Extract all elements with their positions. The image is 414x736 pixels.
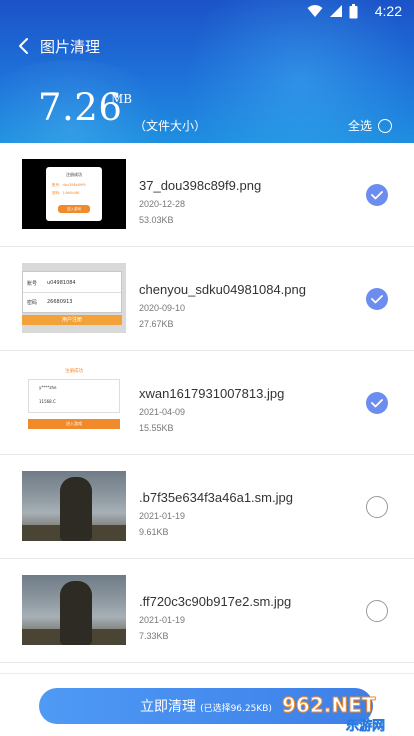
check-icon xyxy=(371,191,383,200)
status-bar: 4:22 xyxy=(0,0,414,24)
thumbnail-text: 11568.C xyxy=(39,399,56,404)
watermark-logo: 962.NET xyxy=(282,693,376,717)
thumbnail-card: y****zhe 11568.C xyxy=(28,379,120,413)
thumbnail-text: 密码 xyxy=(27,300,38,306)
file-checkbox[interactable] xyxy=(366,496,388,518)
thumbnail-figure xyxy=(60,477,92,541)
thumbnail-card: 注册成功 账号：dou398c89f9 密码：14d0b46f 进入游戏 xyxy=(46,167,102,221)
file-size: 27.67KB xyxy=(139,319,174,329)
thumbnail-divider xyxy=(23,292,121,293)
file-thumbnail xyxy=(22,471,126,541)
file-size: 7.33KB xyxy=(139,631,169,641)
thumbnail-title: 注册成功 xyxy=(66,172,82,177)
size-label: （文件大小） xyxy=(134,119,207,133)
file-name: 37_dou398c89f9.png xyxy=(139,178,262,193)
file-name: .b7f35e634f3a46a1.sm.jpg xyxy=(139,490,293,505)
thumbnail-title: 注册成功 xyxy=(65,369,83,374)
total-size-value: 7.26 xyxy=(38,86,123,129)
file-thumbnail: 注册成功 账号：dou398c89f9 密码：14d0b46f 进入游戏 xyxy=(22,159,126,229)
selected-size-info: (已选择96.25KB) xyxy=(200,703,272,714)
file-thumbnail: 注册成功 y****zhe 11568.C 进入游戏 xyxy=(22,367,126,437)
thumbnail-button: 用户注册 xyxy=(22,315,122,325)
file-row[interactable]: .b7f35e634f3a46a1.sm.jpg 2021-01-19 9.61… xyxy=(0,455,414,559)
file-row[interactable]: 注册成功 y****zhe 11568.C 进入游戏 xwan161793100… xyxy=(0,351,414,455)
file-thumbnail xyxy=(22,575,126,645)
file-date: 2020-09-10 xyxy=(139,303,186,313)
top-nav: 图片清理 xyxy=(0,30,414,64)
thumbnail-text: 26680913 xyxy=(47,299,73,305)
thumbnail-button-text: 进入游戏 xyxy=(66,421,82,426)
status-icons xyxy=(307,4,358,19)
thumbnail-button: 进入游戏 xyxy=(58,205,90,213)
file-checkbox[interactable] xyxy=(366,184,388,206)
file-checkbox[interactable] xyxy=(366,392,388,414)
chevron-left-icon xyxy=(19,38,28,54)
file-checkbox[interactable] xyxy=(366,600,388,622)
file-thumbnail: 账号 u04981084 密码 26680913 用户注册 xyxy=(22,263,126,333)
thumbnail-text: 账号 xyxy=(27,281,38,287)
file-checkbox[interactable] xyxy=(366,288,388,310)
file-size: 53.03KB xyxy=(139,215,174,225)
thumbnail-button-text: 用户注册 xyxy=(61,317,82,323)
file-name: .ff720c3c90b917e2.sm.jpg xyxy=(139,594,292,609)
file-size: 15.55KB xyxy=(139,423,174,433)
file-name: xwan1617931007813.jpg xyxy=(139,386,285,401)
check-icon xyxy=(371,399,383,408)
wifi-icon xyxy=(307,5,323,17)
thumbnail-card: 账号 u04981084 密码 26680913 xyxy=(22,271,122,313)
status-time: 4:22 xyxy=(374,3,402,19)
page-title: 图片清理 xyxy=(40,38,101,56)
select-all-toggle[interactable]: 全选 xyxy=(348,117,392,134)
file-name: chenyou_sdku04981084.png xyxy=(139,282,306,297)
file-date: 2021-04-09 xyxy=(139,407,186,417)
back-button[interactable] xyxy=(12,34,38,60)
file-list: 注册成功 账号：dou398c89f9 密码：14d0b46f 进入游戏 37_… xyxy=(0,143,414,663)
site-watermark: 962.NET 乐游网 xyxy=(282,693,386,735)
file-row[interactable]: 账号 u04981084 密码 26680913 用户注册 chenyou_sd… xyxy=(0,247,414,351)
thumbnail-text: 账号：dou398c89f9 xyxy=(52,183,86,187)
thumbnail-button: 进入游戏 xyxy=(28,419,120,429)
file-size: 9.61KB xyxy=(139,527,169,537)
file-date: 2021-01-19 xyxy=(139,615,186,625)
signal-icon xyxy=(330,5,342,17)
thumbnail-text: u04981084 xyxy=(47,280,76,286)
header: 4:22 图片清理 7.26 MB （文件大小） 全选 xyxy=(0,0,414,143)
thumbnail-figure xyxy=(60,581,92,645)
check-icon xyxy=(371,295,383,304)
file-date: 2020-12-28 xyxy=(139,199,186,209)
select-all-label: 全选 xyxy=(347,119,372,133)
clean-now-label: 立即清理 xyxy=(140,699,197,715)
battery-icon xyxy=(349,4,358,19)
thumbnail-text: y****zhe xyxy=(39,385,57,390)
select-all-checkbox[interactable] xyxy=(378,118,392,133)
file-date: 2021-01-19 xyxy=(139,511,186,521)
file-row[interactable]: 注册成功 账号：dou398c89f9 密码：14d0b46f 进入游戏 37_… xyxy=(0,143,414,247)
watermark-site: 乐游网 xyxy=(346,718,385,734)
thumbnail-text: 密码：14d0b46f xyxy=(52,191,80,195)
total-size-unit: MB xyxy=(111,92,133,106)
file-row[interactable]: .ff720c3c90b917e2.sm.jpg 2021-01-19 7.33… xyxy=(0,559,414,663)
